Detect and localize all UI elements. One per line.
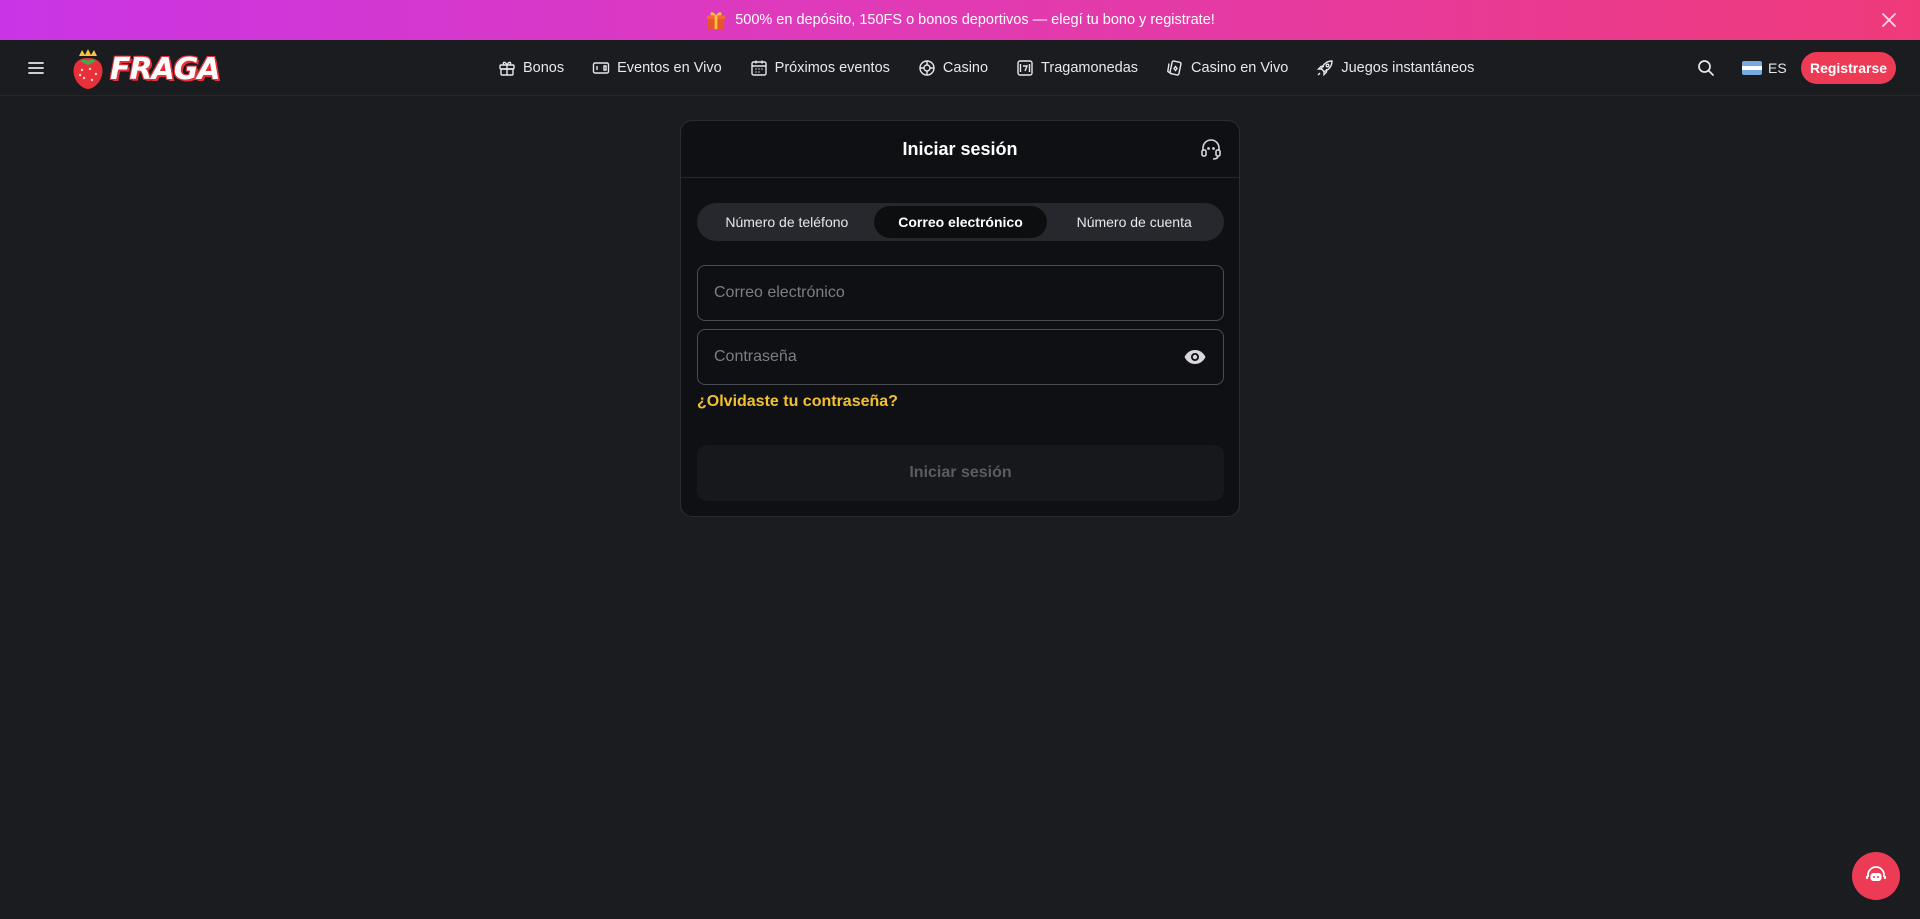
tab-email[interactable]: Correo electrónico (873, 206, 1048, 238)
nav-item-label: Casino en Vivo (1191, 60, 1289, 76)
logo-text: FRAGA (110, 51, 221, 87)
nav-item-label: Tragamonedas (1041, 60, 1139, 76)
login-modal: Iniciar sesión Número de teléfono Correo… (680, 120, 1240, 517)
nav-item-tragamonedas[interactable]: Tragamonedas (1002, 40, 1152, 96)
login-modal-header: Iniciar sesión (681, 121, 1239, 178)
eye-icon[interactable] (1183, 345, 1207, 369)
nav-item-label: Casino (942, 60, 989, 76)
register-button[interactable]: Registrarse (1801, 52, 1896, 84)
language-selector[interactable]: ES (1742, 56, 1787, 80)
top-header: FRAGA Bonos Eventos en Vivo Próximos eve… (0, 40, 1920, 96)
promo-text: 500% en depósito, 150FS o bonos deportiv… (735, 12, 1215, 28)
gift-icon (705, 9, 727, 31)
promo-banner[interactable]: 500% en depósito, 150FS o bonos deportiv… (0, 0, 1920, 40)
support-headset-icon[interactable] (1199, 137, 1223, 161)
nav-item-bonos[interactable]: Bonos (484, 40, 578, 96)
calendar-icon (750, 60, 767, 76)
argentina-flag-icon (1742, 61, 1762, 75)
nav-item-label: Eventos en Vivo (617, 60, 722, 76)
nav-item-juegos-instantaneos[interactable]: Juegos instantáneos (1302, 40, 1488, 96)
nav-item-label: Juegos instantáneos (1341, 60, 1475, 76)
cards-icon (1167, 60, 1182, 76)
nav-item-eventos-en-vivo[interactable]: Eventos en Vivo (578, 40, 736, 96)
nav-item-proximos-eventos[interactable]: Próximos eventos (736, 40, 904, 96)
roulette-icon (919, 60, 935, 76)
logo[interactable]: FRAGA (70, 48, 222, 90)
login-title: Iniciar sesión (902, 138, 1018, 159)
chat-support-icon (1866, 866, 1886, 881)
strawberry-logo-icon (73, 49, 103, 89)
language-label: ES (1768, 60, 1787, 76)
hamburger-menu-icon[interactable] (26, 58, 46, 78)
email-field-container (697, 265, 1224, 321)
tab-phone-number[interactable]: Número de teléfono (700, 206, 874, 238)
password-field-container (697, 329, 1224, 385)
email-input[interactable] (714, 284, 1207, 302)
slot-icon (1017, 60, 1033, 76)
nav-item-label: Próximos eventos (774, 60, 890, 76)
tab-account-number[interactable]: Número de cuenta (1047, 206, 1221, 238)
password-input[interactable] (714, 348, 1183, 366)
close-icon[interactable] (1878, 9, 1900, 31)
main-nav: Bonos Eventos en Vivo Próximos eventos C… (484, 40, 1488, 96)
live-chat-button[interactable] (1852, 852, 1900, 900)
nav-item-casino[interactable]: Casino (904, 40, 1002, 96)
scoreboard-icon (592, 62, 610, 74)
nav-item-label: Bonos (523, 60, 565, 76)
search-icon[interactable] (1696, 58, 1716, 78)
gift-icon (499, 61, 515, 76)
forgot-password-link[interactable]: ¿Olvidaste tu contraseña? (697, 393, 898, 411)
nav-item-casino-en-vivo[interactable]: Casino en Vivo (1152, 40, 1302, 96)
login-method-tabs: Número de teléfono Correo electrónico Nú… (697, 203, 1224, 241)
login-submit-button[interactable]: Iniciar sesión (697, 445, 1224, 501)
rocket-icon (1317, 60, 1334, 77)
